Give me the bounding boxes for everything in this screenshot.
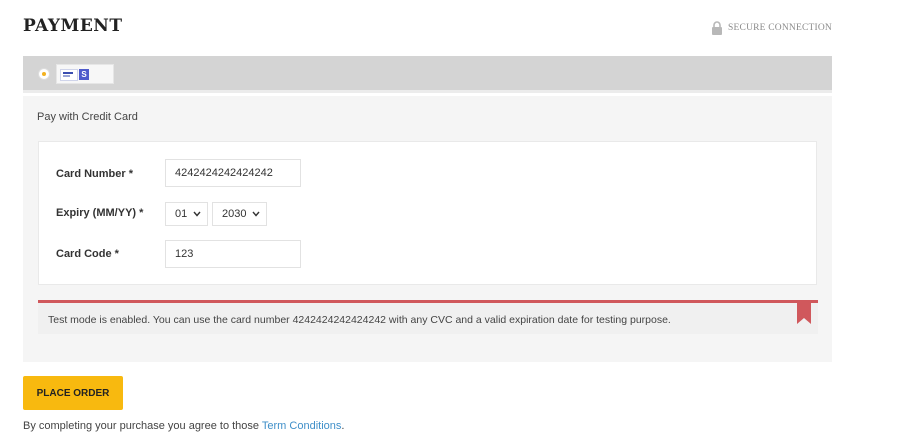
test-mode-notice: Test mode is enabled. You can use the ca… — [38, 300, 818, 334]
payment-method-bar[interactable]: S — [23, 56, 832, 93]
page-title: PAYMENT — [23, 16, 123, 36]
expiry-month-select[interactable]: 01 — [165, 202, 208, 226]
secure-connection-badge: SECURE CONNECTION — [711, 21, 832, 35]
secure-connection-label: SECURE CONNECTION — [728, 23, 832, 33]
chevron-down-icon — [252, 211, 260, 217]
stripe-logo-icon: S — [79, 69, 89, 80]
place-order-button[interactable]: PLACE ORDER — [23, 376, 123, 410]
payment-header: PAYMENT SECURE CONNECTION — [23, 0, 832, 56]
visa-logo-icon — [60, 69, 78, 81]
card-number-label: Card Number * — [56, 168, 134, 180]
expiry-label: Expiry (MM/YY) * — [56, 207, 144, 219]
card-logos: S — [56, 64, 114, 84]
card-number-input[interactable] — [165, 159, 301, 187]
expiry-month-value: 01 — [175, 208, 188, 220]
expiry-year-select[interactable]: 2030 — [212, 202, 267, 226]
terms-agreement-text: By completing your purchase you agree to… — [23, 420, 262, 432]
terms-agreement: By completing your purchase you agree to… — [23, 420, 344, 432]
lock-icon — [712, 21, 723, 35]
expiry-year-value: 2030 — [222, 208, 247, 220]
card-code-input[interactable] — [165, 240, 301, 268]
term-conditions-link[interactable]: Term Conditions — [262, 420, 341, 432]
credit-card-panel: Pay with Credit Card Card Number * Expir… — [23, 96, 832, 362]
terms-agreement-suffix: . — [341, 420, 345, 432]
chevron-down-icon — [193, 211, 201, 217]
bookmark-icon — [797, 302, 811, 324]
test-mode-notice-text: Test mode is enabled. You can use the ca… — [48, 314, 671, 326]
payment-method-radio[interactable] — [38, 68, 50, 80]
card-code-label: Card Code * — [56, 248, 119, 260]
card-form: Card Number * Expiry (MM/YY) * 01 2030 C… — [38, 141, 817, 285]
pay-with-credit-card-label: Pay with Credit Card — [37, 111, 138, 123]
